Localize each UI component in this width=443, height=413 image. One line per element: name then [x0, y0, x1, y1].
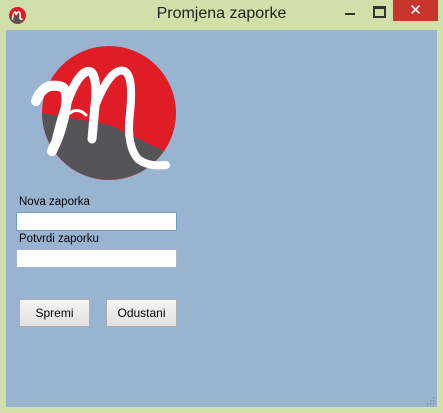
logo-image [31, 46, 176, 180]
save-button[interactable]: Spremi [19, 299, 90, 327]
maximize-button[interactable] [365, 0, 391, 22]
close-icon: ✕ [409, 1, 422, 19]
confirm-password-label: Potvrdi zaporku [19, 233, 99, 245]
minimize-button[interactable] [335, 0, 365, 22]
new-password-field[interactable] [16, 212, 177, 231]
form-area: Nova zaporka Potvrdi zaporku Spremi Odus… [6, 30, 437, 407]
password-change-window: Promjena zaporke ✕ Nova zaporka Potvrdi … [0, 0, 443, 413]
resize-grip-icon[interactable] [426, 396, 435, 405]
close-button[interactable]: ✕ [393, 0, 438, 21]
maximize-icon [373, 6, 386, 18]
new-password-label: Nova zaporka [19, 196, 90, 208]
confirm-password-field[interactable] [16, 249, 177, 268]
cancel-button[interactable]: Odustani [106, 299, 177, 327]
minimize-icon [345, 13, 355, 15]
title-bar[interactable]: Promjena zaporke ✕ [0, 0, 443, 30]
